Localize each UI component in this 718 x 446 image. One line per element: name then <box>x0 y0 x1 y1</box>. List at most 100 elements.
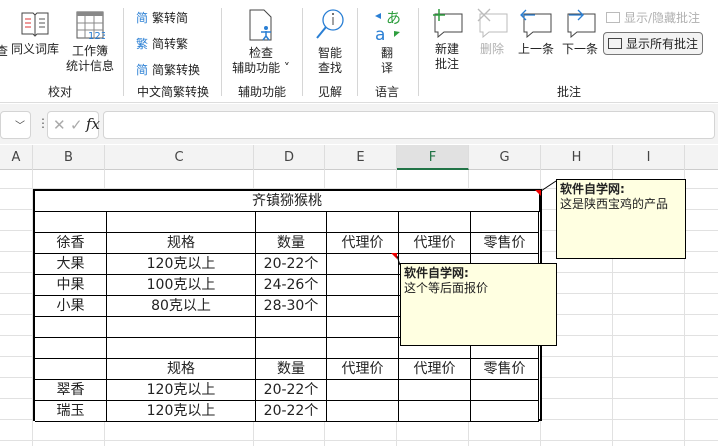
table-cell[interactable]: 120克以上 <box>107 254 256 275</box>
table-cell[interactable]: 80克以上 <box>107 296 256 317</box>
table-cell[interactable]: 120克以上 <box>107 380 256 401</box>
table-cell[interactable]: 规格 <box>107 233 256 254</box>
column-header-B[interactable]: B <box>33 145 105 170</box>
table-cell[interactable] <box>327 317 399 338</box>
column-header-G[interactable]: G <box>469 145 541 170</box>
table-cell[interactable]: 20-22个 <box>256 380 327 401</box>
table-title[interactable]: 齐镇猕猴桃 <box>35 191 540 212</box>
group-comments-label: 批注 <box>556 85 581 99</box>
table-cell[interactable] <box>256 317 327 338</box>
table-cell[interactable] <box>399 401 471 422</box>
table-cell[interactable]: 规格 <box>107 359 256 380</box>
table-cell[interactable]: 瑞玉 <box>35 401 107 422</box>
table-cell[interactable]: 28-30个 <box>256 296 327 317</box>
table-cell[interactable]: 数量 <box>256 233 327 254</box>
check-accessibility-label-1: 检查 <box>248 46 273 60</box>
table-cell[interactable]: 代理价 <box>327 359 399 380</box>
table-cell[interactable] <box>35 359 107 380</box>
table-cell[interactable]: 零售价 <box>471 233 539 254</box>
workbook-stats-button[interactable]: 123 工作簿 统计信息 <box>64 10 116 74</box>
table-cell[interactable] <box>471 212 539 233</box>
table-cell[interactable]: 24-26个 <box>256 275 327 296</box>
simp-to-trad-button[interactable]: 繁简转繁 <box>136 35 188 52</box>
table-cell[interactable] <box>256 338 327 359</box>
table-cell[interactable]: 代理价 <box>327 233 399 254</box>
table-cell[interactable]: 翠香 <box>35 380 107 401</box>
comment-box[interactable]: 软件自学网: 这是陕西宝鸡的产品 <box>556 179 686 259</box>
worksheet-stats-icon: 123 <box>76 11 107 42</box>
table-cell[interactable] <box>471 401 539 422</box>
thesaurus-button[interactable]: 同义词库 <box>10 10 60 57</box>
group-proofing-label: 校对 <box>47 85 72 99</box>
delete-comment-button[interactable]: 删除 <box>472 8 512 57</box>
cancel-icon[interactable]: ✕ <box>53 116 66 134</box>
table-cell[interactable]: 20-22个 <box>256 401 327 422</box>
formula-input[interactable] <box>103 111 715 139</box>
table-cell[interactable]: 120克以上 <box>107 401 256 422</box>
table-cell[interactable] <box>327 254 399 275</box>
trad-to-simp-button[interactable]: 简繁转简 <box>136 9 188 26</box>
column-header-H[interactable]: H <box>541 145 613 170</box>
table-cell[interactable] <box>107 338 256 359</box>
gridline <box>0 440 718 441</box>
previous-comment-button[interactable]: 上一条 <box>514 8 558 57</box>
table-cell[interactable] <box>35 212 107 233</box>
table-cell[interactable] <box>471 380 539 401</box>
show-all-label: 显示所有批注 <box>626 37 699 51</box>
column-header-A[interactable]: A <box>0 145 33 170</box>
comment-box[interactable]: 软件自学网: 这个等后面报价 <box>400 263 557 346</box>
table-cell[interactable] <box>327 338 399 359</box>
comment-author: 软件自学网: <box>560 182 625 196</box>
table-cell[interactable] <box>35 338 107 359</box>
table-cell[interactable]: 小果 <box>35 296 107 317</box>
column-header-F[interactable]: F <box>397 145 469 170</box>
new-comment-icon <box>433 9 463 39</box>
table-cell[interactable]: 徐香 <box>35 233 107 254</box>
column-header-D[interactable]: D <box>254 145 325 170</box>
name-box[interactable]: ﹀ <box>0 111 31 139</box>
column-header-C[interactable]: C <box>105 145 254 170</box>
table-cell[interactable] <box>399 380 471 401</box>
workbook-stats-label-2: 统计信息 <box>65 59 114 73</box>
next-comment-button[interactable]: 下一条 <box>558 8 602 57</box>
partial-button[interactable]: 查 <box>0 44 8 59</box>
check-accessibility-button[interactable]: 检查 辅助功能 ˅ <box>226 8 296 76</box>
table-cell[interactable] <box>399 212 471 233</box>
delete-label: 删除 <box>479 42 504 56</box>
table-cell[interactable]: 100克以上 <box>107 275 256 296</box>
table-cell[interactable]: 中果 <box>35 275 107 296</box>
table-cell[interactable] <box>327 296 399 317</box>
table-cell[interactable] <box>107 212 256 233</box>
comment-indicator-icon[interactable] <box>391 253 397 259</box>
simp-trad-convert-button[interactable]: 简简繁转换 <box>136 61 200 78</box>
comment-author: 软件自学网: <box>404 266 469 280</box>
chevron-down-icon[interactable]: ﹀ <box>15 117 25 132</box>
table-cell[interactable] <box>327 401 399 422</box>
show-hide-comment-button[interactable]: 显示/隐藏批注 <box>606 9 700 26</box>
translate-button[interactable]: あa 翻 译 <box>362 8 412 76</box>
column-header-E[interactable]: E <box>325 145 397 170</box>
column-header-I[interactable]: I <box>613 145 685 170</box>
table-cell[interactable] <box>327 380 399 401</box>
table-cell[interactable]: 数量 <box>256 359 327 380</box>
table-cell[interactable]: 代理价 <box>399 233 471 254</box>
table-cell[interactable] <box>107 317 256 338</box>
comment-indicator-icon[interactable] <box>535 190 541 196</box>
smart-lookup-button[interactable]: 智能 查找 <box>306 8 354 76</box>
function-icon[interactable]: fx <box>86 115 100 133</box>
next-comment-icon <box>567 9 596 39</box>
table-cell[interactable] <box>327 212 399 233</box>
show-all-comments-button[interactable]: 显示所有批注 <box>603 32 704 55</box>
table-cell[interactable] <box>327 275 399 296</box>
table-cell[interactable] <box>256 212 327 233</box>
column-headers: ABCDEFGHI <box>0 145 718 170</box>
table-cell[interactable]: 大果 <box>35 254 107 275</box>
table-cell[interactable]: 20-22个 <box>256 254 327 275</box>
table-cell[interactable]: 零售价 <box>471 359 539 380</box>
table-cell[interactable]: 代理价 <box>399 359 471 380</box>
new-comment-button[interactable]: 新建 批注 <box>424 8 470 72</box>
check-icon[interactable]: ✓ <box>70 116 83 134</box>
new-comment-label-2: 批注 <box>434 57 459 71</box>
table-cell[interactable] <box>35 317 107 338</box>
comment-icon <box>608 38 622 49</box>
